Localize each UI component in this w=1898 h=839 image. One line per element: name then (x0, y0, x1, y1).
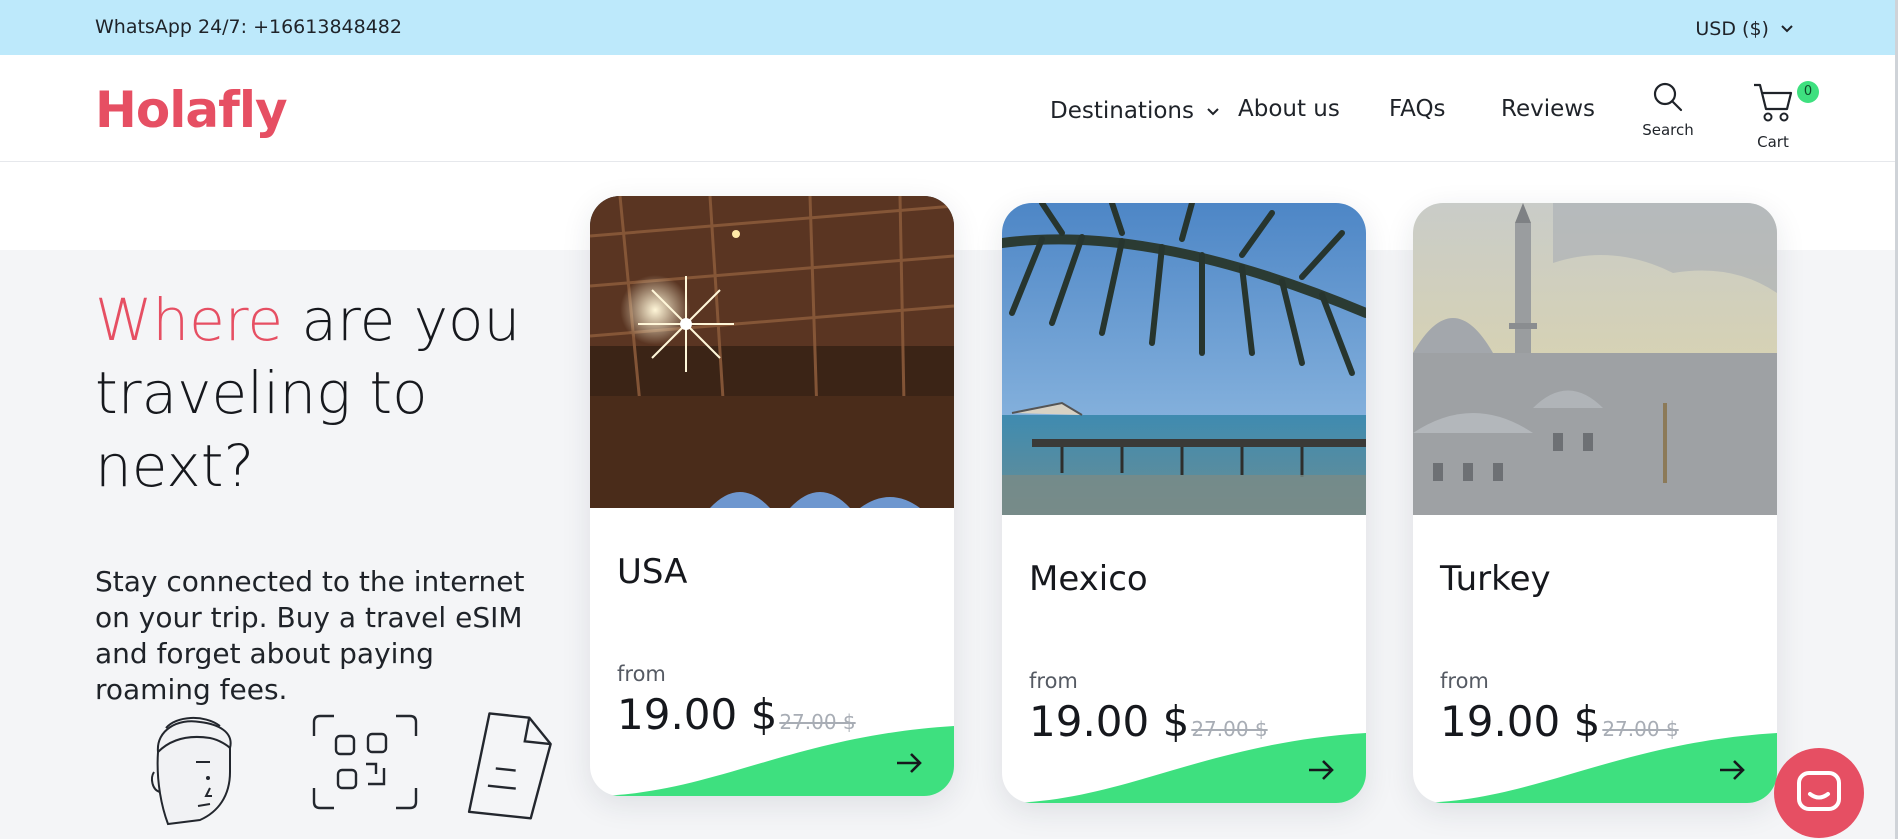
search-label: Search (1642, 121, 1694, 139)
chat-icon (1796, 770, 1842, 820)
nav-about-us[interactable]: About us (1238, 96, 1340, 122)
cart-icon: 0 (1751, 81, 1819, 129)
holafly-logo[interactable]: Holafly (95, 81, 288, 139)
card-country: Mexico (1029, 559, 1148, 599)
nav-faqs[interactable]: FAQs (1389, 96, 1446, 122)
card-from-label: from (617, 662, 666, 686)
traveler-face-illustration (148, 712, 240, 836)
currency-selector[interactable]: USD ($) (1695, 16, 1793, 40)
hero-subtext: Stay connected to the internet on your t… (95, 565, 525, 706)
top-bar: WhatsApp 24/7: +16613848482 USD ($) (0, 0, 1898, 55)
hero-headline: Where are you traveling to next? (95, 284, 565, 503)
destination-card-turkey[interactable]: Turkey from 19.00 $27.00 $ (1413, 203, 1777, 803)
arrow-right-icon[interactable] (1717, 755, 1747, 785)
arrow-right-icon[interactable] (894, 748, 924, 778)
destination-card-usa[interactable]: USA from 19.00 $27.00 $ (590, 196, 954, 796)
search-icon (1652, 82, 1684, 117)
mexico-photo (1002, 203, 1366, 515)
chevron-down-icon (1207, 96, 1219, 122)
card-from-label: from (1440, 669, 1489, 693)
nav-destinations-label: Destinations (1050, 98, 1194, 124)
document-illustration (466, 712, 556, 826)
chat-widget-button[interactable] (1774, 748, 1864, 838)
cart-count-badge: 0 (1797, 81, 1819, 103)
qr-code-illustration (310, 712, 420, 816)
cart-label: Cart (1757, 133, 1789, 151)
search-button[interactable]: Search (1628, 81, 1708, 139)
nav-destinations[interactable]: Destinations (1050, 96, 1219, 124)
cart-button[interactable]: 0 Cart (1733, 81, 1819, 151)
card-from-label: from (1029, 669, 1078, 693)
site-header: Holafly Destinations About us FAQs Revie… (0, 55, 1898, 162)
headline-accent: Where (95, 286, 284, 354)
nav-reviews[interactable]: Reviews (1501, 96, 1595, 122)
card-country: USA (617, 552, 688, 592)
destination-card-mexico[interactable]: Mexico from 19.00 $27.00 $ (1002, 203, 1366, 803)
card-country: Turkey (1440, 559, 1551, 599)
usa-photo (590, 196, 954, 508)
arrow-right-icon[interactable] (1306, 755, 1336, 785)
turkey-photo (1413, 203, 1777, 515)
currency-label: USD ($) (1695, 18, 1769, 40)
whatsapp-contact[interactable]: WhatsApp 24/7: +16613848482 (95, 16, 402, 38)
chevron-down-icon (1781, 16, 1793, 38)
